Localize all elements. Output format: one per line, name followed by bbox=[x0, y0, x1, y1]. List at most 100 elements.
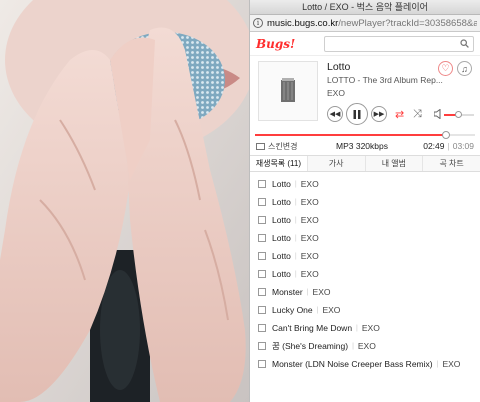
search-input[interactable] bbox=[324, 35, 474, 52]
video-frame bbox=[0, 0, 249, 402]
player-header: Bugs! bbox=[250, 32, 480, 56]
heart-icon: ♡ bbox=[441, 63, 450, 73]
track-title[interactable]: Monster (LDN Noise Creeper Bass Remix) bbox=[272, 359, 433, 369]
track-artist[interactable]: EXO bbox=[301, 215, 319, 225]
music-note-icon: ♫ bbox=[461, 63, 468, 74]
track-checkbox[interactable] bbox=[258, 252, 266, 260]
track-checkbox[interactable] bbox=[258, 216, 266, 224]
list-item[interactable]: Monster (LDN Noise Creeper Bass Remix) | E… bbox=[250, 355, 480, 373]
list-item[interactable]: Lucky One | EXO bbox=[250, 301, 480, 319]
track-checkbox[interactable] bbox=[258, 234, 266, 242]
singer-photo bbox=[0, 0, 249, 402]
tab-playlist[interactable]: 재생목록 (11) bbox=[250, 156, 308, 171]
search-icon[interactable] bbox=[460, 39, 469, 48]
track-title[interactable]: Lotto bbox=[272, 233, 291, 243]
track-artist[interactable]: EXO bbox=[322, 305, 340, 315]
audio-quality[interactable]: MP3 320kbps bbox=[336, 141, 388, 151]
bugs-logo[interactable]: Bugs! bbox=[256, 37, 324, 51]
list-item[interactable]: Lotto | EXO bbox=[250, 229, 480, 247]
music-note-button[interactable]: ♫ bbox=[457, 61, 472, 76]
track-checkbox[interactable] bbox=[258, 342, 266, 350]
window-title: Lotto / EXO - 벅스 음악 플레이어 bbox=[250, 0, 480, 15]
divider: | bbox=[356, 324, 358, 332]
info-icon[interactable]: i bbox=[253, 18, 263, 28]
track-title[interactable]: Lotto bbox=[272, 251, 291, 261]
track-title[interactable]: 꿈 (She's Dreaming) bbox=[272, 340, 348, 352]
volume-handle[interactable] bbox=[454, 111, 462, 118]
volume-icon[interactable] bbox=[434, 109, 443, 119]
previous-button[interactable]: ◀◀ bbox=[327, 106, 343, 122]
track-artist[interactable]: EXO bbox=[358, 341, 376, 351]
track-artist[interactable]: EXO bbox=[313, 287, 331, 297]
artist-name[interactable]: EXO bbox=[327, 88, 345, 98]
song-title[interactable]: Lotto bbox=[327, 61, 350, 73]
address-bar[interactable]: i music.bugs.co.kr/newPlayer?trackId=303… bbox=[250, 15, 480, 32]
track-title[interactable]: Lotto bbox=[272, 197, 291, 207]
track-title[interactable]: Lucky One bbox=[272, 305, 313, 315]
track-checkbox[interactable] bbox=[258, 198, 266, 206]
divider: | bbox=[316, 306, 319, 314]
progress-handle[interactable] bbox=[442, 131, 451, 139]
list-item[interactable]: Lotto | EXO bbox=[250, 265, 480, 283]
track-checkbox[interactable] bbox=[258, 270, 266, 278]
list-item[interactable]: Lotto | EXO bbox=[250, 211, 480, 229]
track-title[interactable]: Lotto bbox=[272, 215, 291, 225]
track-checkbox[interactable] bbox=[258, 288, 266, 296]
volume-slider[interactable] bbox=[444, 111, 474, 118]
tab-lyrics[interactable]: 가사 bbox=[307, 156, 366, 171]
track-artist[interactable]: EXO bbox=[362, 323, 380, 333]
track-artist[interactable]: EXO bbox=[301, 197, 319, 207]
track-checkbox[interactable] bbox=[258, 306, 266, 314]
shuffle-icon[interactable]: ⤨ bbox=[413, 108, 422, 121]
list-item[interactable]: Lotto | EXO bbox=[250, 175, 480, 193]
skin-icon[interactable] bbox=[256, 142, 265, 150]
track-title[interactable]: Monster bbox=[272, 287, 303, 297]
divider: | bbox=[294, 234, 297, 242]
status-row: 스킨변경 MP3 320kbps 02:49 | 03:09 bbox=[250, 139, 480, 153]
track-checkbox[interactable] bbox=[258, 180, 266, 188]
track-title[interactable]: Lotto bbox=[272, 269, 291, 279]
list-item[interactable]: Lotto | EXO bbox=[250, 193, 480, 211]
progress-track[interactable] bbox=[255, 131, 475, 139]
list-item[interactable]: 꿈 (She's Dreaming) | EXO bbox=[250, 337, 480, 355]
list-item[interactable]: Can't Bring Me Down | EXO bbox=[250, 319, 480, 337]
next-icon: ▶▶ bbox=[373, 111, 385, 118]
track-artist[interactable]: EXO bbox=[301, 233, 319, 243]
list-item[interactable]: Lotto | EXO bbox=[250, 247, 480, 265]
next-button[interactable]: ▶▶ bbox=[371, 106, 387, 122]
current-time: 02:49 bbox=[423, 141, 445, 151]
tab-song-chart[interactable]: 곡 차트 bbox=[423, 156, 480, 171]
album-name[interactable]: LOTTO - The 3rd Album Rep... bbox=[327, 75, 443, 85]
track-artist[interactable]: EXO bbox=[301, 269, 319, 279]
divider: | bbox=[352, 342, 354, 350]
skin-change-button[interactable]: 스킨변경 bbox=[268, 141, 297, 152]
pause-button[interactable] bbox=[346, 103, 368, 125]
divider: | bbox=[436, 360, 439, 368]
url-path: /newPlayer?trackId=30358658&au... bbox=[338, 17, 477, 29]
divider: | bbox=[294, 252, 297, 260]
divider: | bbox=[306, 288, 309, 296]
like-button[interactable]: ♡ bbox=[438, 61, 453, 76]
track-checkbox[interactable] bbox=[258, 324, 266, 332]
url-host: music.bugs.co.kr bbox=[267, 17, 339, 29]
progress-bar[interactable] bbox=[250, 130, 480, 139]
playlist: Lotto | EXO Lotto | EXO Lotto | EXO Lotto | EXO … bbox=[250, 172, 480, 373]
divider: | bbox=[294, 198, 297, 206]
divider: | bbox=[294, 270, 297, 278]
now-playing: Lotto LOTTO - The 3rd Album Rep... EXO ♡… bbox=[250, 56, 480, 130]
repeat-icon[interactable]: ⇄ bbox=[395, 108, 404, 121]
track-title[interactable]: Can't Bring Me Down bbox=[272, 323, 352, 333]
divider: | bbox=[294, 216, 297, 224]
list-item[interactable]: Monster | EXO bbox=[250, 283, 480, 301]
track-artist[interactable]: EXO bbox=[301, 179, 319, 189]
album-art[interactable] bbox=[258, 61, 318, 121]
progress-fill bbox=[255, 134, 447, 136]
total-time: 03:09 bbox=[452, 141, 474, 151]
time-display: 02:49 | 03:09 bbox=[423, 141, 474, 151]
track-artist[interactable]: EXO bbox=[301, 251, 319, 261]
track-title[interactable]: Lotto bbox=[272, 179, 291, 189]
tab-bar: 재생목록 (11) 가사 내 앨범 곡 차트 bbox=[250, 155, 480, 172]
tab-my-album[interactable]: 내 앨범 bbox=[365, 156, 424, 171]
track-checkbox[interactable] bbox=[258, 360, 266, 368]
track-artist[interactable]: EXO bbox=[442, 359, 460, 369]
